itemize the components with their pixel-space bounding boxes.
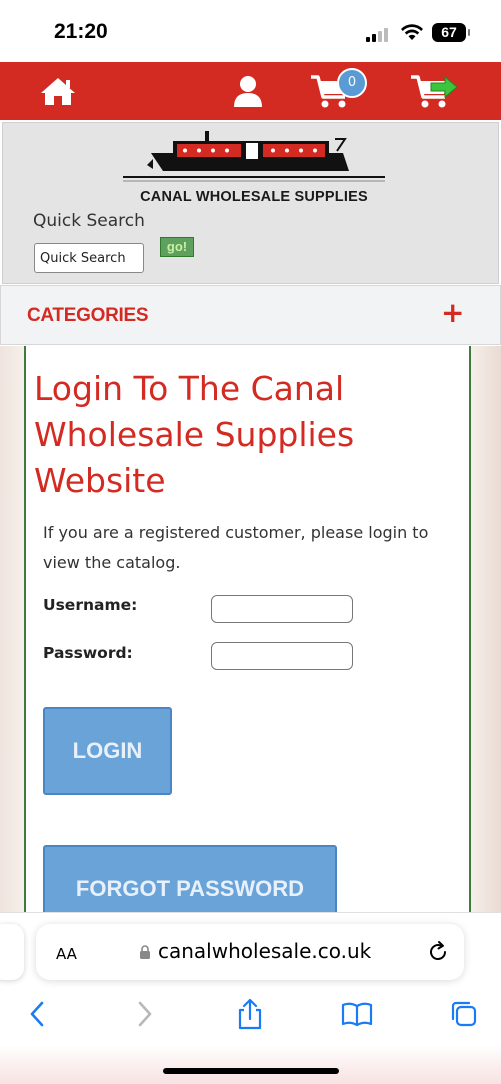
right-gutter	[470, 346, 501, 912]
password-field[interactable]	[211, 642, 353, 670]
account-button[interactable]	[228, 62, 268, 120]
categories-bar[interactable]: CATEGORIES +	[0, 285, 501, 345]
browser-toolbar: AA canalwholesale.co.uk	[0, 912, 501, 1084]
url-text: canalwholesale.co.uk	[158, 939, 372, 963]
lock-icon	[140, 945, 150, 959]
quick-search-input[interactable]	[34, 243, 144, 273]
go-button[interactable]: go!	[160, 237, 194, 257]
bookmarks-icon[interactable]	[340, 997, 374, 1031]
checkout-cart-icon	[411, 75, 458, 108]
logo[interactable]: CANAL WHOLESALE SUPPLIES	[123, 125, 385, 209]
battery-indicator: 67	[432, 23, 470, 42]
home-indicator[interactable]	[163, 1068, 339, 1074]
address-bar[interactable]: AA canalwholesale.co.uk	[36, 924, 464, 980]
reload-icon[interactable]	[426, 940, 450, 964]
reader-settings-button[interactable]: AA	[56, 940, 77, 964]
username-field[interactable]	[211, 595, 353, 623]
page-title: Login To The Canal Wholesale Supplies We…	[34, 369, 355, 500]
categories-label: CATEGORIES	[27, 305, 149, 326]
bottom-glow	[0, 1045, 501, 1084]
user-icon	[234, 76, 262, 107]
cart-count-badge: 0	[337, 68, 367, 98]
tabs-icon[interactable]	[447, 997, 481, 1031]
home-button[interactable]	[36, 62, 80, 120]
previous-tab-peek[interactable]	[0, 924, 24, 980]
wifi-icon	[401, 24, 423, 40]
left-gutter	[0, 346, 24, 912]
logo-text: CANAL WHOLESALE SUPPLIES	[140, 189, 368, 205]
site-header: CANAL WHOLESALE SUPPLIES Quick Search go…	[2, 122, 499, 284]
status-time: 21:20	[54, 20, 108, 43]
home-icon	[41, 78, 75, 105]
top-nav	[0, 62, 501, 120]
forgot-password-button[interactable]: FORGOT PASSWORD	[43, 845, 337, 912]
expand-categories-icon[interactable]: +	[441, 296, 464, 329]
share-icon[interactable]	[233, 997, 267, 1031]
login-button[interactable]: LOGIN	[43, 707, 172, 795]
signal-icon	[366, 26, 392, 42]
status-bar: 21:20 67	[0, 0, 501, 62]
narrowboat-logo-icon	[123, 131, 385, 182]
forward-icon[interactable]	[128, 997, 162, 1031]
login-panel: Login To The Canal Wholesale Supplies We…	[24, 346, 471, 912]
password-label: Password:	[43, 644, 133, 662]
username-label: Username:	[43, 596, 138, 614]
back-icon[interactable]	[20, 997, 54, 1031]
checkout-button[interactable]	[408, 62, 460, 120]
quick-search-label: Quick Search	[33, 211, 145, 231]
aa-label: AA	[56, 945, 77, 963]
login-intro-text: If you are a registered customer, please…	[43, 523, 429, 572]
